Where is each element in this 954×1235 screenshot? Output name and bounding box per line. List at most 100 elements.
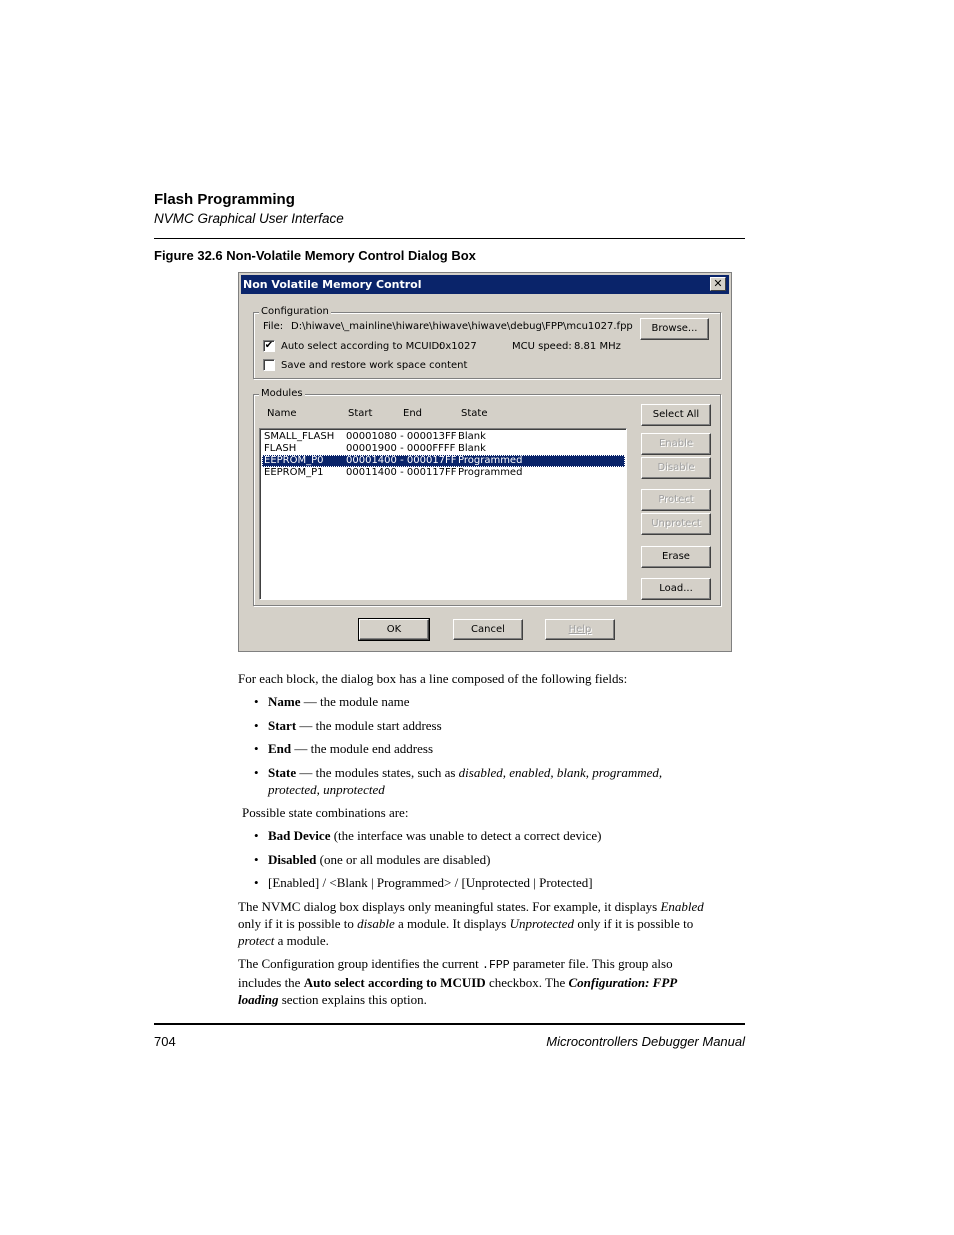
module-row-selected[interactable]: EEPROM_P0 00001400 - 000017FF Programmed	[262, 455, 625, 467]
module-row[interactable]: EEPROM_P1 00011400 - 000117FF Programmed	[262, 467, 625, 479]
text: The NVMC dialog box displays only meanin…	[238, 899, 661, 914]
ok-button[interactable]: OK	[358, 618, 430, 641]
field-desc: — the module start address	[296, 718, 442, 733]
field-item-name: • Name — the module name	[254, 693, 410, 710]
select-all-label: Select All	[652, 409, 700, 420]
text: a module. It displays	[394, 916, 510, 931]
module-row[interactable]: FLASH 00001900 - 0000FFFF Blank	[262, 443, 625, 455]
field-item-state: • State — the modules states, such as di…	[254, 764, 662, 797]
disable-label: Disable	[657, 462, 695, 473]
save-restore-label: Save and restore work space content	[281, 360, 468, 371]
column-header-end: End	[403, 408, 423, 419]
disable-button[interactable]: Disable	[641, 457, 711, 479]
module-range: 00001900 - 0000FFFF	[346, 443, 456, 454]
text: The Configuration group identifies the c…	[238, 956, 483, 971]
text: only if it is possible to	[574, 916, 694, 931]
cancel-button[interactable]: Cancel	[453, 619, 523, 640]
section-subtitle: NVMC Graphical User Interface	[154, 211, 344, 226]
ok-label: OK	[386, 624, 402, 635]
mcu-speed-label: MCU speed:	[512, 341, 572, 352]
text: section explains this option.	[278, 992, 427, 1007]
select-all-button[interactable]: Select All	[641, 404, 711, 426]
auto-select-checkbox[interactable]: ✔	[263, 340, 275, 352]
help-label: Help	[568, 624, 592, 635]
field-term: Start	[268, 718, 297, 733]
save-restore-checkbox[interactable]	[263, 359, 275, 371]
code-text: .FPP	[482, 959, 510, 972]
text: includes the	[238, 975, 304, 990]
close-icon: ✕	[713, 277, 723, 290]
field-item-start: • Start — the module start address	[254, 717, 442, 734]
header-divider	[154, 238, 745, 239]
module-state: Blank	[458, 443, 486, 454]
module-name: EEPROM_P1	[264, 467, 324, 478]
field-item-end: • End — the module end address	[254, 740, 433, 757]
module-range: 00001400 - 000017FF	[346, 455, 457, 466]
combo-item: • Disabled (one or all modules are disab…	[254, 851, 490, 868]
module-range: 00011400 - 000117FF	[346, 467, 457, 478]
field-desc: — the modules states, such as	[296, 765, 459, 780]
column-header-name: Name	[267, 408, 297, 419]
unprotect-button[interactable]: Unprotect	[641, 513, 711, 535]
module-state: Blank	[458, 431, 486, 442]
module-row[interactable]: SMALL_FLASH 00001080 - 000013FF Blank	[262, 431, 625, 443]
cross-reference: loading	[238, 992, 279, 1007]
module-state: Programmed	[458, 467, 523, 478]
bullet: •	[254, 765, 259, 780]
combo-desc: (the interface was unable to detect a co…	[330, 828, 602, 843]
browse-button[interactable]: Browse...	[640, 318, 709, 340]
file-path: D:\hiwave\_mainline\hiware\hiwave\hiwave…	[291, 321, 633, 332]
text: only if it is possible to	[238, 916, 358, 931]
field-desc: — the module name	[300, 694, 410, 709]
enable-label: Enable	[658, 438, 694, 449]
text-italic: disable	[357, 916, 395, 931]
unprotect-label: Unprotect	[651, 518, 701, 529]
load-label: Load...	[659, 583, 693, 594]
combos-intro: Possible state combinations are:	[242, 805, 409, 820]
combo-item: • [Enabled] / <Blank | Programmed> / [Un…	[254, 874, 593, 891]
footer-divider	[154, 1023, 745, 1025]
browse-button-label: Browse...	[651, 323, 698, 334]
text: a module.	[274, 933, 329, 948]
close-button[interactable]: ✕	[710, 277, 726, 291]
bullet: •	[254, 828, 259, 843]
modules-listbox[interactable]: SMALL_FLASH 00001080 - 000013FF Blank FL…	[259, 428, 627, 600]
erase-label: Erase	[662, 551, 690, 562]
erase-button[interactable]: Erase	[641, 546, 711, 568]
bullet: •	[254, 852, 259, 867]
field-term: Name	[268, 694, 301, 709]
module-name: EEPROM_P0	[264, 455, 324, 466]
protect-button[interactable]: Protect	[641, 489, 711, 511]
field-term: End	[268, 741, 292, 756]
configuration-group: Configuration File: D:\hiwave\_mainline\…	[253, 306, 721, 379]
manual-title: Microcontrollers Debugger Manual	[546, 1034, 745, 1049]
meaningful-states-paragraph: The NVMC dialog box displays only meanin…	[238, 898, 748, 949]
cross-reference: Configuration: FPP	[568, 975, 678, 990]
enable-button[interactable]: Enable	[641, 433, 711, 455]
bullet: •	[254, 741, 259, 756]
nvmc-dialog: Non Volatile Memory Control ✕ Configurat…	[238, 272, 732, 652]
load-button[interactable]: Load...	[641, 578, 711, 600]
field-desc-italic: protected, unprotected	[268, 782, 385, 797]
bullet: •	[254, 694, 259, 709]
module-range: 00001080 - 000013FF	[346, 431, 457, 442]
field-desc-italic: disabled, enabled, blank, programmed,	[458, 765, 663, 780]
checkmark-icon: ✔	[264, 340, 274, 351]
configuration-group-label: Configuration	[259, 306, 331, 318]
module-state: Programmed	[458, 455, 523, 466]
combo-desc: (one or all modules are disabled)	[316, 852, 491, 867]
help-button[interactable]: Help	[545, 619, 615, 640]
modules-group: Modules Name Start End State SMALL_FLASH…	[253, 388, 721, 606]
module-name: FLASH	[264, 443, 297, 454]
protect-label: Protect	[658, 494, 694, 505]
page-number: 704	[154, 1034, 176, 1049]
section-title: Flash Programming	[154, 191, 295, 208]
file-label: File:	[263, 321, 284, 332]
text-bold: Auto select according to MCUID	[303, 975, 486, 990]
field-term: State	[268, 765, 297, 780]
text: checkbox. The	[485, 975, 569, 990]
module-name: SMALL_FLASH	[264, 431, 335, 442]
column-header-start: Start	[348, 408, 373, 419]
field-desc: — the module end address	[291, 741, 434, 756]
text-italic: Enabled	[660, 899, 704, 914]
